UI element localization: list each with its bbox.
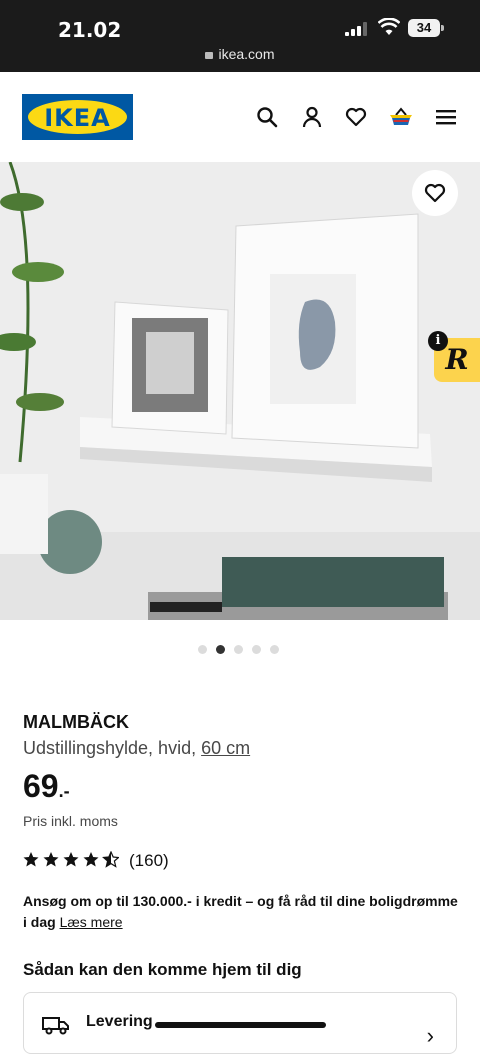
gallery-dot[interactable] [252, 645, 261, 654]
star-icon [83, 852, 99, 867]
product-description: Udstillingshylde, hvid, 60 cm [23, 738, 250, 759]
star-icon [63, 852, 79, 867]
gallery-dot[interactable] [234, 645, 243, 654]
search-icon[interactable] [255, 105, 279, 129]
battery-icon: 34 [408, 19, 444, 37]
gallery-pagination [198, 641, 288, 654]
price-value: 69 [23, 768, 59, 804]
price-suffix: .- [58, 781, 70, 801]
product-image[interactable] [0, 162, 480, 620]
signal-icon [345, 22, 367, 36]
product-name: MALMBÄCK [23, 712, 129, 732]
save-favourite-button[interactable] [412, 170, 458, 216]
wifi-icon [378, 18, 400, 35]
account-icon[interactable] [300, 105, 324, 129]
menu-icon[interactable] [434, 105, 458, 129]
credit-offer: Ansøg om op til 130.000.- i kredit – og … [23, 891, 463, 933]
url-text: ikea.com [218, 46, 275, 62]
delivery-option-label: Levering [86, 1013, 153, 1030]
status-bar: 21.02 34 ikea.com [0, 0, 480, 72]
chevron-right-icon: › [426, 1023, 434, 1048]
star-icon [43, 852, 59, 867]
read-more-link[interactable]: Læs mere [60, 914, 123, 930]
product-photo [0, 162, 480, 620]
gallery-dot-active[interactable] [216, 645, 225, 654]
product-description-text: Udstillingshylde, hvid, [23, 738, 202, 758]
favourite-icon[interactable] [344, 105, 368, 129]
heart-icon [424, 183, 446, 203]
basket-icon[interactable] [389, 105, 413, 129]
rating-stars[interactable] [23, 851, 119, 869]
delivery-heading: Sådan kan den komme hjem til dig [23, 960, 302, 979]
star-icon [23, 852, 39, 867]
product-price: 69.- [23, 768, 70, 805]
gallery-dot[interactable] [198, 645, 207, 654]
site-header: IKEA [0, 72, 480, 162]
url-bar[interactable]: ikea.com [0, 46, 480, 62]
lock-icon [205, 52, 214, 59]
price-note: Pris inkl. moms [23, 813, 118, 829]
home-indicator[interactable] [155, 1022, 326, 1028]
info-icon[interactable]: i [428, 331, 448, 351]
product-size-link[interactable]: 60 cm [201, 738, 250, 758]
logo-text: IKEA [44, 104, 111, 132]
ikea-logo[interactable]: IKEA [22, 94, 133, 140]
clock: 21.02 [58, 18, 122, 42]
review-count[interactable]: (160) [129, 851, 169, 871]
truck-icon [42, 1017, 69, 1035]
gallery-dot[interactable] [270, 645, 279, 654]
